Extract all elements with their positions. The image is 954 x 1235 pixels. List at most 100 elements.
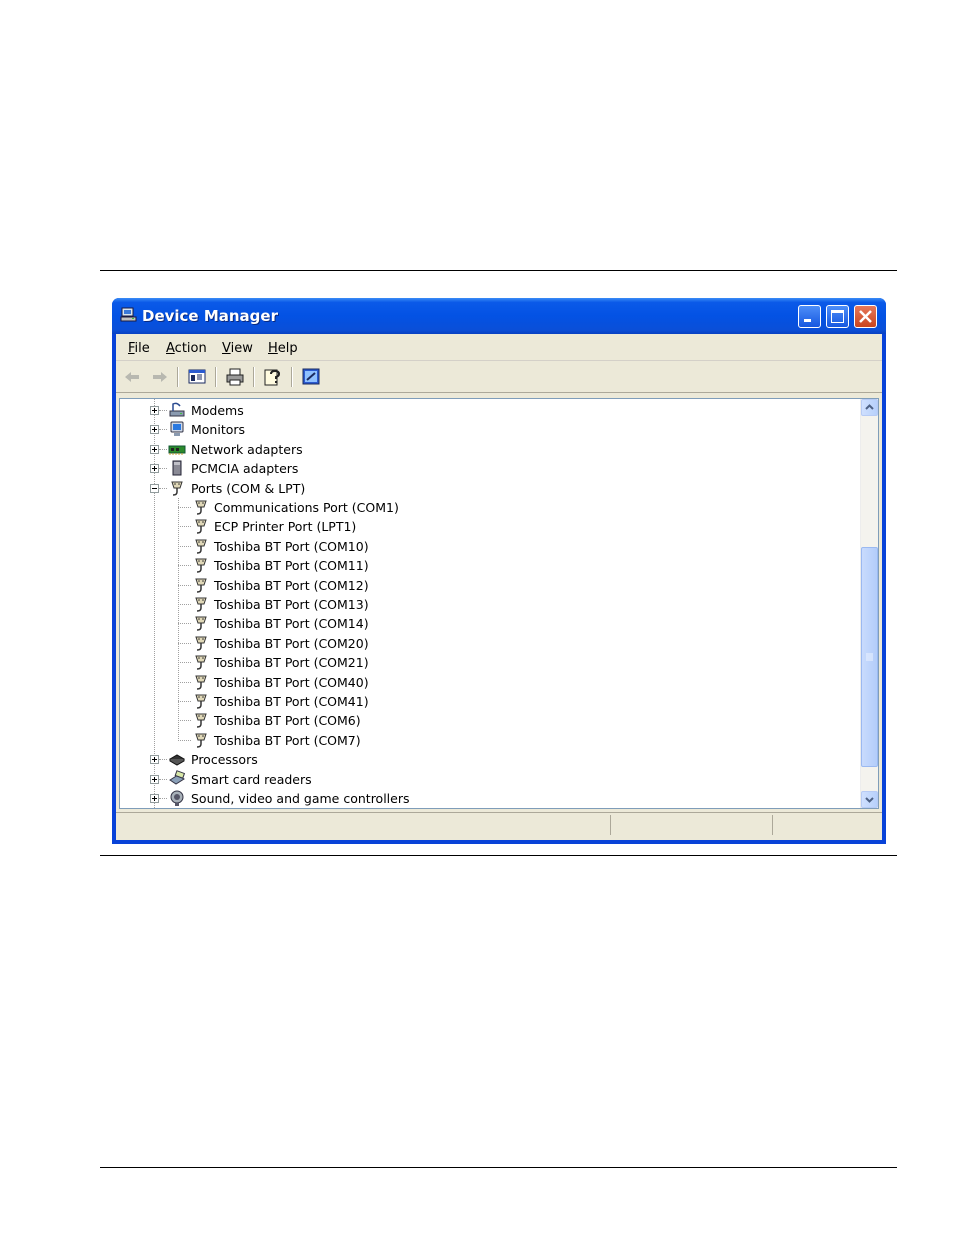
tree-connector-line	[178, 565, 191, 567]
tree-item-label: Toshiba BT Port (COM41)	[214, 694, 369, 709]
tree-device-item[interactable]: ECP Printer Port (LPT1)	[120, 517, 860, 536]
tree-device-item[interactable]: Toshiba BT Port (COM40)	[120, 673, 860, 692]
tree-item-label: Network adapters	[191, 441, 303, 457]
tree-category-item[interactable]: Sound, video and game controllers	[120, 789, 860, 808]
tree-device-item[interactable]: Toshiba BT Port (COM7)	[120, 731, 860, 750]
menu-file[interactable]: File	[128, 341, 150, 356]
port-icon	[195, 733, 207, 748]
tree-device-item[interactable]: Toshiba BT Port (COM14)	[120, 614, 860, 633]
tree-category-item[interactable]: Network adapters	[120, 440, 860, 459]
middle-divider-rule	[100, 855, 897, 856]
expand-plus-icon[interactable]	[150, 406, 159, 415]
port-icon	[195, 616, 207, 632]
scan-hardware-icon[interactable]	[300, 366, 322, 388]
tree-connector-line	[178, 584, 191, 586]
tree-item-label: Monitors	[191, 422, 246, 438]
tree-device-item[interactable]: Toshiba BT Port (COM11)	[120, 556, 860, 575]
tree-item-label: Toshiba BT Port (COM20)	[214, 635, 369, 651]
maximize-icon	[831, 310, 844, 323]
port-icon	[195, 539, 207, 554]
minimize-button[interactable]	[798, 305, 821, 328]
port-icon	[195, 578, 207, 593]
tree-connector-line	[178, 497, 179, 741]
tree-category-item[interactable]: Ports (COM & LPT)	[120, 479, 860, 498]
status-cell	[612, 815, 773, 835]
expand-plus-icon[interactable]	[150, 794, 159, 803]
pcmcia-icon	[172, 460, 182, 476]
tree-device-item[interactable]: Toshiba BT Port (COM6)	[120, 711, 860, 730]
port-icon	[171, 481, 183, 496]
tree-device-item[interactable]: Toshiba BT Port (COM21)	[120, 653, 860, 672]
port-icon	[195, 500, 207, 515]
tree-item-label: Toshiba BT Port (COM40)	[214, 674, 369, 690]
close-icon	[859, 310, 872, 323]
tree-item-label: Toshiba BT Port (COM10)	[214, 538, 369, 554]
smart-card-reader-icon	[169, 769, 186, 785]
tree-item-label: Processors	[191, 752, 258, 768]
port-icon	[195, 655, 207, 670]
tree-connector-line	[178, 701, 191, 702]
tree-item-label: Ports (COM & LPT)	[191, 480, 306, 496]
tree-item-label: Sound, video and game controllers	[191, 791, 410, 806]
tree-connector-line	[178, 720, 191, 722]
status-cell	[774, 815, 878, 835]
properties-help-icon[interactable]	[262, 366, 284, 388]
tree-device-item[interactable]: Communications Port (COM1)	[120, 498, 860, 517]
status-cell	[116, 815, 611, 835]
tree-item-label: Toshiba BT Port (COM21)	[214, 655, 369, 671]
menu-help[interactable]: Help	[268, 341, 298, 356]
maximize-button[interactable]	[826, 305, 849, 328]
back-arrow-icon[interactable]	[121, 366, 143, 388]
port-icon	[195, 675, 207, 690]
tree-connector-line	[178, 642, 191, 644]
tree-category-item[interactable]: Smart card readers	[120, 769, 860, 789]
tree-item-label: PCMCIA adapters	[191, 461, 299, 477]
device-tree: Modems Monitors Network adapters PCMCIA ada…	[119, 398, 879, 809]
tree-device-item[interactable]: Toshiba BT Port (COM41)	[120, 692, 860, 711]
expand-plus-icon[interactable]	[150, 444, 159, 454]
tree-connector-line	[178, 623, 191, 625]
tree-device-item[interactable]: Toshiba BT Port (COM13)	[120, 595, 860, 614]
chevron-up-icon	[865, 404, 874, 410]
tree-connector-line	[178, 526, 191, 528]
tree-category-item[interactable]: Processors	[120, 750, 860, 769]
tree-item-label: ECP Printer Port (LPT1)	[214, 519, 357, 535]
tree-device-item[interactable]: Toshiba BT Port (COM12)	[120, 576, 860, 595]
tree-item-label: Toshiba BT Port (COM7)	[214, 732, 361, 748]
port-icon	[195, 694, 207, 709]
tree-connector-line	[159, 487, 167, 489]
tree-connector-line	[159, 410, 167, 411]
title-bar[interactable]: Device Manager	[112, 298, 886, 334]
tree-connector-line	[178, 662, 191, 664]
show-hide-tree-icon[interactable]	[186, 366, 208, 388]
device-manager-computer-icon	[120, 307, 137, 322]
vertical-scrollbar[interactable]	[860, 399, 878, 808]
tree-category-item[interactable]: Monitors	[120, 420, 860, 439]
scroll-down-button[interactable]	[861, 791, 878, 808]
expand-plus-icon[interactable]	[150, 425, 159, 435]
close-button[interactable]	[854, 305, 877, 328]
scrollbar-thumb[interactable]	[861, 547, 878, 767]
device-manager-window: Device Manager File Action View Help Mod…	[112, 298, 886, 844]
tree-connector-line	[178, 507, 191, 508]
menu-view[interactable]: View	[222, 341, 253, 356]
print-icon[interactable]	[224, 366, 246, 388]
tree-device-item[interactable]: Toshiba BT Port (COM10)	[120, 537, 860, 556]
port-icon	[195, 636, 207, 651]
bottom-divider-rule	[100, 1167, 897, 1168]
expand-plus-icon[interactable]	[150, 464, 159, 474]
menu-action[interactable]: Action	[166, 341, 207, 356]
tree-category-item[interactable]: PCMCIA adapters	[120, 459, 860, 478]
expand-plus-icon[interactable]	[150, 774, 159, 784]
forward-arrow-icon[interactable]	[149, 366, 171, 388]
port-icon	[195, 713, 207, 729]
collapse-minus-icon[interactable]	[150, 483, 159, 493]
expand-plus-icon[interactable]	[150, 755, 159, 765]
tree-category-item[interactable]: Modems	[120, 401, 860, 420]
minimize-icon	[804, 319, 811, 322]
scroll-up-button[interactable]	[861, 399, 878, 416]
sound-icon	[170, 790, 184, 806]
tree-item-label: Smart card readers	[191, 771, 312, 787]
tree-device-item[interactable]: Toshiba BT Port (COM20)	[120, 634, 860, 653]
monitor-icon	[170, 421, 184, 437]
